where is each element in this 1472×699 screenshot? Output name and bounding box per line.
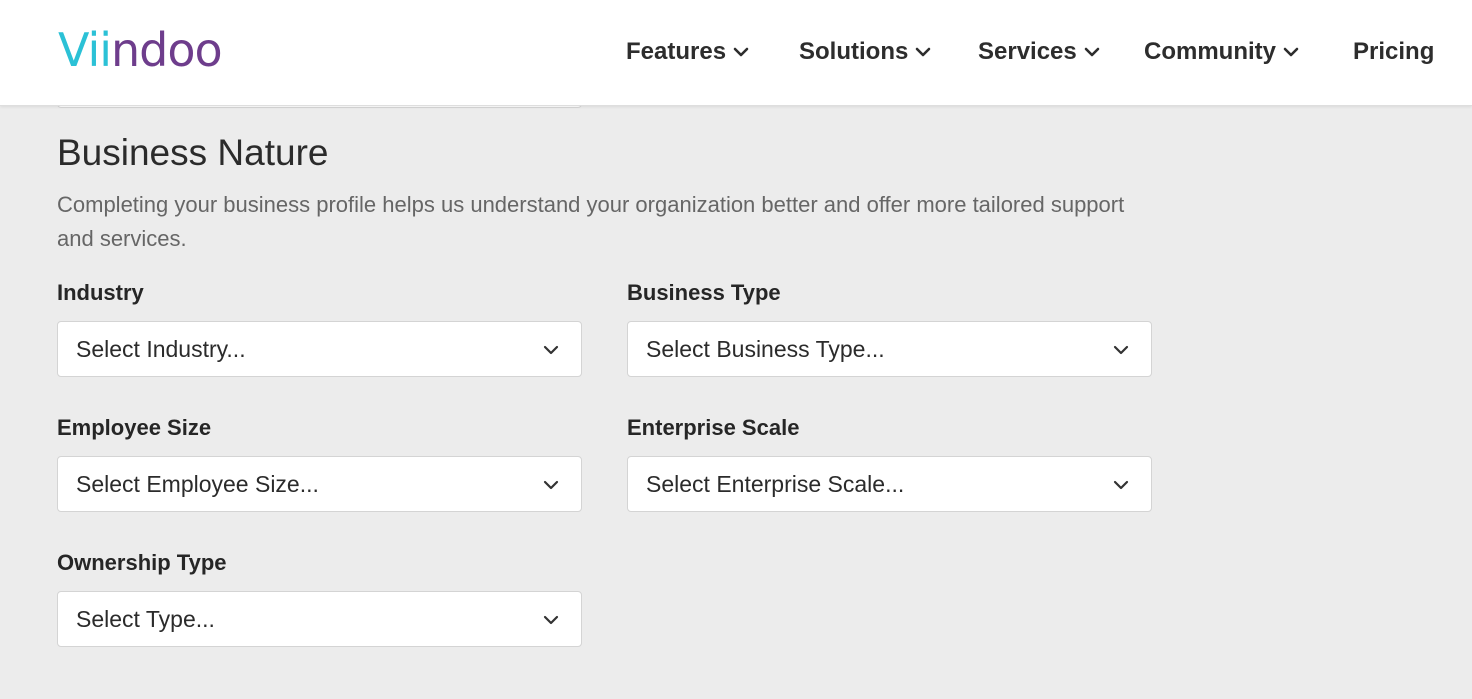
section-description: Completing your business profile helps u…	[57, 192, 1125, 251]
business-type-label: Business Type	[627, 280, 781, 305]
enterprise-scale-select-value: Select Enterprise Scale...	[646, 470, 905, 497]
nav-solutions[interactable]: Solutions	[799, 34, 932, 70]
chevron-down-icon	[733, 47, 749, 57]
logo-text-cyan: Vi	[58, 23, 100, 77]
employee-size-label: Employee Size	[57, 415, 212, 440]
chevron-down-icon	[543, 345, 559, 355]
business-type-select-value: Select Business Type...	[646, 335, 885, 362]
employee-size-select[interactable]: Select Employee Size...	[57, 456, 582, 512]
nav-solutions-label: Solutions	[799, 38, 909, 65]
nav-features-label: Features	[626, 38, 727, 65]
top-navigation-bar: Viindoo Features Solutions Services Comm…	[0, 0, 1472, 106]
chevron-down-icon	[1283, 47, 1299, 57]
industry-select-value: Select Industry...	[76, 335, 246, 362]
industry-label: Industry	[57, 280, 144, 305]
section-title: Business Nature	[57, 132, 329, 173]
nav-pricing-label: Pricing	[1353, 38, 1435, 65]
ownership-type-label: Ownership Type	[57, 550, 227, 575]
chevron-down-icon	[1084, 47, 1100, 57]
nav-community-label: Community	[1144, 38, 1276, 65]
viindoo-logo[interactable]: Viindoo	[58, 23, 223, 77]
logo-text-purple: ndoo	[111, 23, 223, 77]
industry-select[interactable]: Select Industry...	[57, 321, 582, 377]
enterprise-scale-label: Enterprise Scale	[627, 415, 800, 440]
nav-services[interactable]: Services	[978, 34, 1101, 70]
nav-community[interactable]: Community	[1144, 34, 1300, 70]
chevron-down-icon	[1113, 480, 1129, 490]
nav-pricing[interactable]: Pricing	[1353, 34, 1434, 70]
chevron-down-icon	[1113, 345, 1129, 355]
business-type-select[interactable]: Select Business Type...	[627, 321, 1152, 377]
ownership-type-select-value: Select Type...	[76, 605, 215, 632]
chevron-down-icon	[543, 615, 559, 625]
logo-text-cyan-i: i	[99, 23, 112, 77]
chevron-down-icon	[543, 480, 559, 490]
employee-size-select-value: Select Employee Size...	[76, 470, 319, 497]
nav-features[interactable]: Features	[626, 34, 750, 70]
ownership-type-select[interactable]: Select Type...	[57, 591, 582, 647]
chevron-down-icon	[916, 47, 931, 57]
nav-services-label: Services	[978, 38, 1077, 65]
enterprise-scale-select[interactable]: Select Enterprise Scale...	[627, 456, 1152, 512]
